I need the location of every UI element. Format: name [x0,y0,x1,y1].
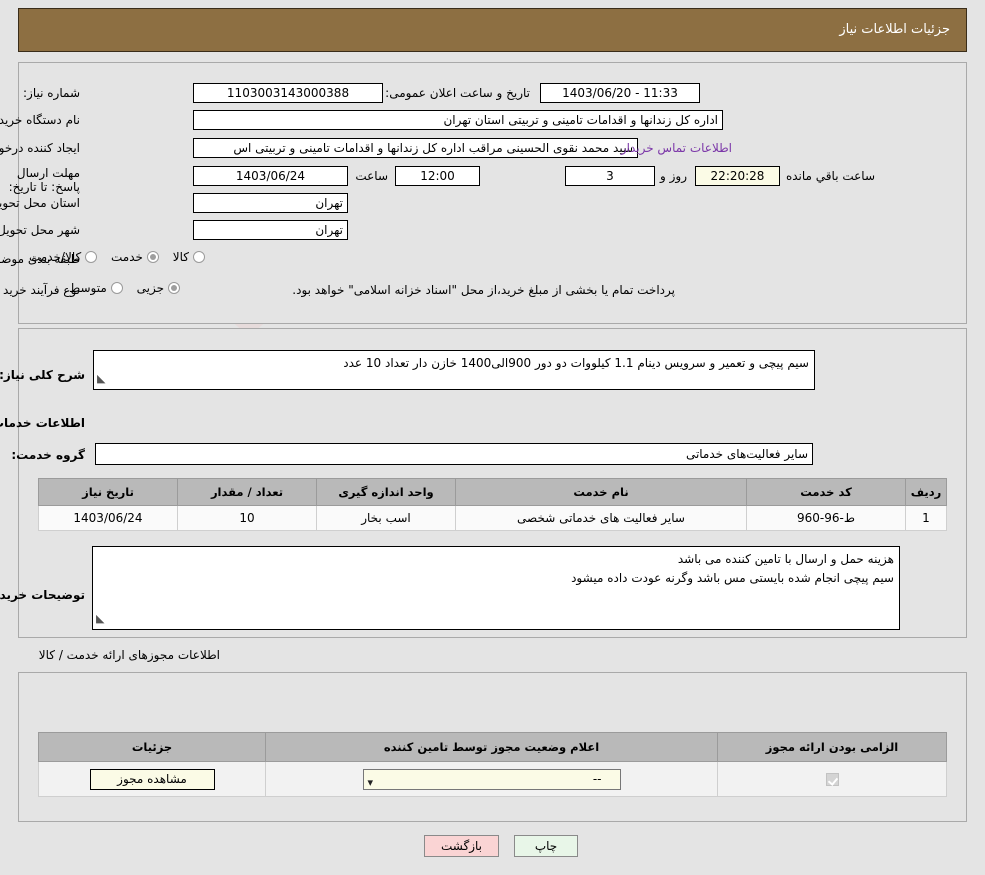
th-service-code: کد خدمت [746,478,906,506]
deadline-hour-label: ساعت [355,169,388,183]
deadline-days-label: روز و [660,169,687,183]
services-table-header-row: ردیف کد خدمت نام خدمت واحد اندازه گیری ت… [38,478,947,506]
deadline-countdown-label: ساعت باقي مانده [785,169,875,183]
radio-purchase-motevaset-label: متوسط [69,281,107,295]
need-description-textarea[interactable]: سیم پیچی و تعمیر و سرویس دینام 1.1 کیلوو… [93,350,815,390]
th-row-index: ردیف [905,478,947,506]
permit-required-checkbox [825,773,839,786]
th-quantity: تعداد / مقدار [177,478,317,506]
th-service-name: نام خدمت [455,478,747,506]
buyer-notes-label: توضیحات خریدار: [0,588,85,602]
th-need-date: تاریخ نیاز [38,478,178,506]
cell-permit-details: مشاهده مجوز [38,761,266,797]
buyer-notes-line2: سیم پیچی انجام شده بایستی مس باشد وگرنه … [571,571,894,585]
radio-purchase-motevaset[interactable] [110,282,123,294]
cell-unit: اسب بخار [316,505,456,531]
radio-subject-kala-khedmat[interactable] [85,251,98,263]
delivery-province-label: استان محل تحویل: [0,196,80,210]
resize-handle-icon[interactable]: ◢ [96,609,104,628]
radio-subject-kala-khedmat-label: کالا/خدمت [29,250,82,264]
service-group-label: گروه خدمت: [11,448,85,462]
deadline-label: مهلت ارسال پاسخ: تا تاریخ: [8,166,80,194]
radio-subject-kala[interactable] [193,251,205,263]
service-group-value: سایر فعالیت‌های خدماتی [95,443,813,465]
table-row: 1 ط-96-960 سایر فعالیت های خدماتی شخصی ا… [38,505,947,531]
services-section-title: اطلاعات خدمات مورد نیاز [0,416,85,430]
buyer-org-label: نام دستگاه خریدار: [0,113,80,127]
permit-status-select[interactable]: -- ▾ [362,768,621,790]
announce-datetime-label: تاریخ و ساعت اعلان عمومی: [385,86,530,100]
buyer-notes-textarea[interactable]: هزینه حمل و ارسال با تامین کننده می باشد… [92,546,900,630]
services-table: ردیف کد خدمت نام خدمت واحد اندازه گیری ت… [38,478,947,531]
purchase-type-note: پرداخت تمام یا بخشی از مبلغ خرید،از محل … [292,283,675,297]
radio-subject-kala-label: کالا [172,250,189,264]
view-permit-button[interactable]: مشاهده مجوز [89,768,215,790]
deadline-date-value: 1403/06/24 [193,166,348,186]
requester-value: سید محمد نقوی الحسینی مراقب اداره کل زند… [193,138,638,158]
buyer-org-value: اداره کل زندانها و اقدامات تامینی و تربی… [193,110,723,130]
radio-subject-khedmat-label: خدمت [111,250,143,264]
radio-purchase-jozi[interactable] [168,282,180,294]
delivery-province-value: تهران [193,193,348,213]
permit-status-selected-value: -- [592,771,602,786]
subject-category-radiogroup: کالا خدمت کالا/خدمت [19,250,205,264]
page-header: جزئیات اطلاعات نیاز [18,8,967,52]
need-number-value: 1103003143000388 [193,83,383,103]
radio-subject-khedmat[interactable] [146,251,159,263]
buyer-notes-line1: هزینه حمل و ارسال با تامین کننده می باشد [677,552,894,566]
purchase-type-radiogroup: جزیی متوسط [59,281,180,295]
chevron-down-icon: ▾ [367,775,374,789]
th-permit-status: اعلام وضعیت مجوز توسط تامین کننده [265,732,718,762]
cell-permit-status: -- ▾ [265,761,718,797]
cell-service-code: ط-96-960 [746,505,906,531]
deadline-countdown-value: 22:20:28 [695,166,780,186]
th-unit: واحد اندازه گیری [316,478,456,506]
need-description-label: شرح کلی نیاز: [0,368,85,382]
announce-datetime-value: 11:33 - 1403/06/20 [540,83,700,103]
deadline-days-value: 3 [565,166,655,186]
requester-label: ایجاد کننده درخواست: [0,141,80,155]
th-permit-details: جزئیات [38,732,266,762]
permits-section-title: اطلاعات مجوزهای ارائه خدمت / کالا [38,648,220,662]
delivery-city-label: شهر محل تحویل: [0,223,80,237]
buyer-contact-link[interactable]: اطلاعات تماس خریدار [621,141,732,155]
resize-handle-icon[interactable]: ◢ [97,369,105,388]
cell-need-date: 1403/06/24 [38,505,178,531]
permits-table: الزامی بودن ارائه مجوز اعلام وضعیت مجوز … [38,732,947,797]
delivery-city-value: تهران [193,220,348,240]
radio-purchase-jozi-label: جزیی [136,281,164,295]
page-title: جزئیات اطلاعات نیاز [839,22,950,37]
cell-row-index: 1 [905,505,947,531]
deadline-hour-value: 12:00 [395,166,480,186]
back-button[interactable]: بازگشت [424,835,499,857]
print-button[interactable]: چاپ [514,835,578,857]
cell-quantity: 10 [177,505,317,531]
need-description-value: سیم پیچی و تعمیر و سرویس دینام 1.1 کیلوو… [343,356,809,370]
table-row: -- ▾ مشاهده مجوز [38,761,947,797]
need-number-label: شماره نیاز: [23,86,80,100]
permits-table-header-row: الزامی بودن ارائه مجوز اعلام وضعیت مجوز … [38,732,947,762]
cell-service-name: سایر فعالیت های خدماتی شخصی [455,505,747,531]
cell-permit-required [717,761,947,797]
th-permit-required: الزامی بودن ارائه مجوز [717,732,947,762]
